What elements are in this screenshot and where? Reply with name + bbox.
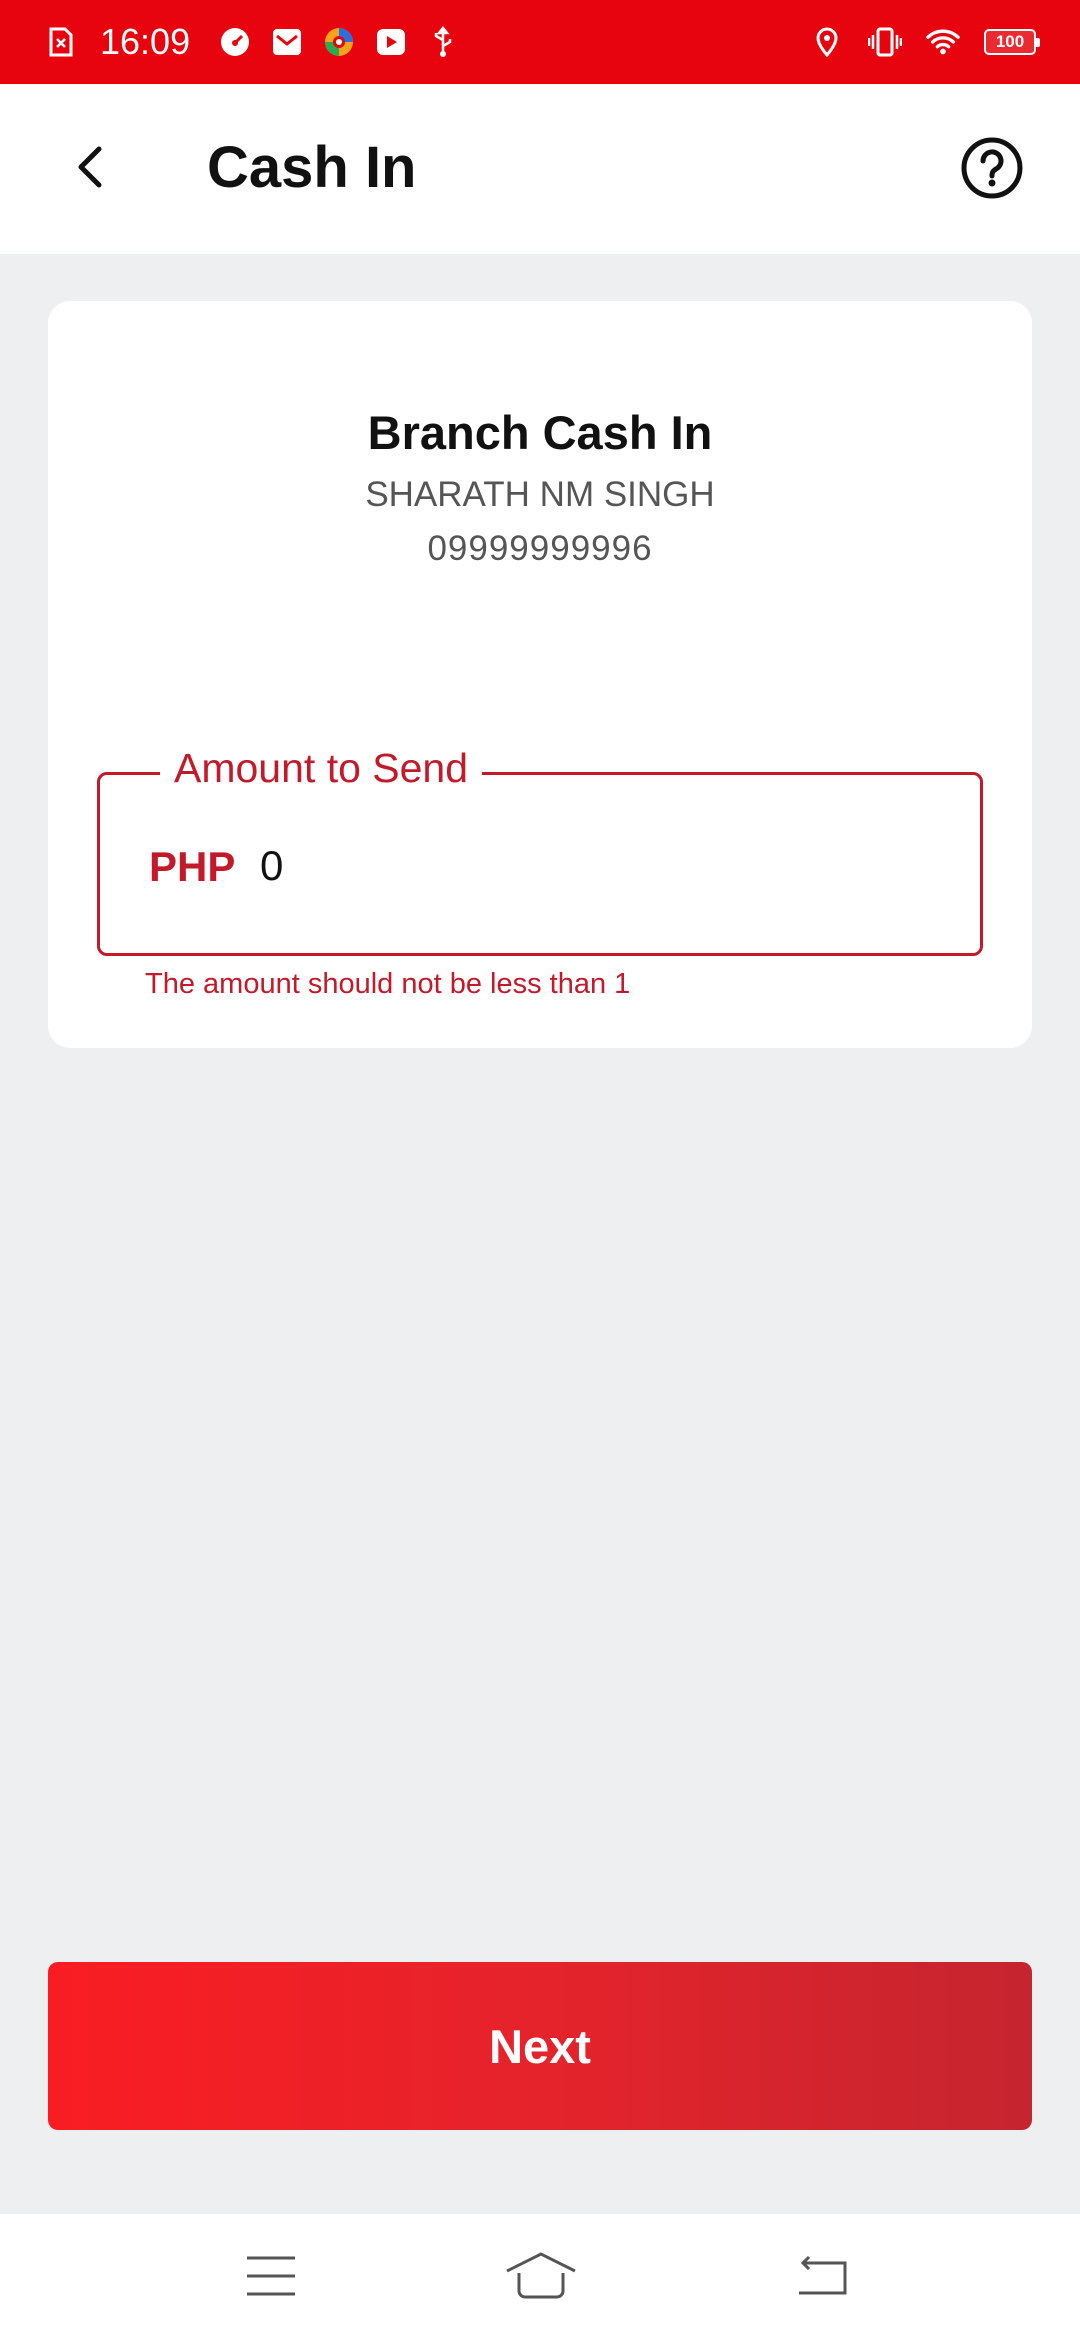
battery-icon: 100 (984, 29, 1040, 55)
nav-menu-button[interactable] (231, 2238, 311, 2318)
back-icon (795, 2255, 851, 2302)
amount-error-text: The amount should not be less than 1 (145, 968, 631, 1000)
currency-label: PHP (149, 843, 236, 890)
recipient-number: 09999999996 (427, 529, 653, 568)
recipient-card: Branch Cash In SHARATH NM SINGH 09999999… (48, 301, 1032, 1048)
browser-icon (322, 25, 356, 59)
youtube-icon (374, 25, 408, 59)
amount-field-label: Amount to Send (160, 745, 483, 792)
help-circle-icon (960, 136, 1024, 205)
status-bar: 16:09 100 (0, 0, 1080, 84)
help-button[interactable] (960, 136, 1024, 205)
app-bar: Cash In (0, 84, 1080, 254)
card-title: Branch Cash In (367, 406, 713, 459)
vibrate-icon (868, 25, 902, 59)
mail-icon (270, 25, 304, 59)
recipient-name: SHARATH NM SINGH (365, 475, 715, 514)
sim-off-icon (44, 25, 78, 59)
location-icon (810, 25, 844, 59)
screen: 16:09 100 Cash In Branch Cash In SHARATH… (0, 0, 1080, 2340)
page-title: Cash In (207, 135, 417, 200)
status-right: 100 (810, 25, 1040, 59)
nav-bar (0, 2214, 1080, 2340)
home-icon (505, 2251, 577, 2306)
status-left: 16:09 (44, 21, 460, 63)
back-button[interactable] (60, 136, 120, 202)
menu-icon (245, 2255, 297, 2302)
usb-icon (426, 25, 460, 59)
speedometer-icon (218, 25, 252, 59)
amount-field[interactable]: Amount to Send PHP (97, 745, 983, 956)
nav-home-button[interactable] (501, 2238, 581, 2318)
status-time: 16:09 (100, 21, 191, 62)
amount-input[interactable] (260, 833, 940, 899)
chevron-left-icon (75, 145, 105, 194)
next-button[interactable]: Next (48, 1962, 1032, 2130)
wifi-icon (926, 25, 960, 59)
nav-back-button[interactable] (783, 2238, 863, 2318)
